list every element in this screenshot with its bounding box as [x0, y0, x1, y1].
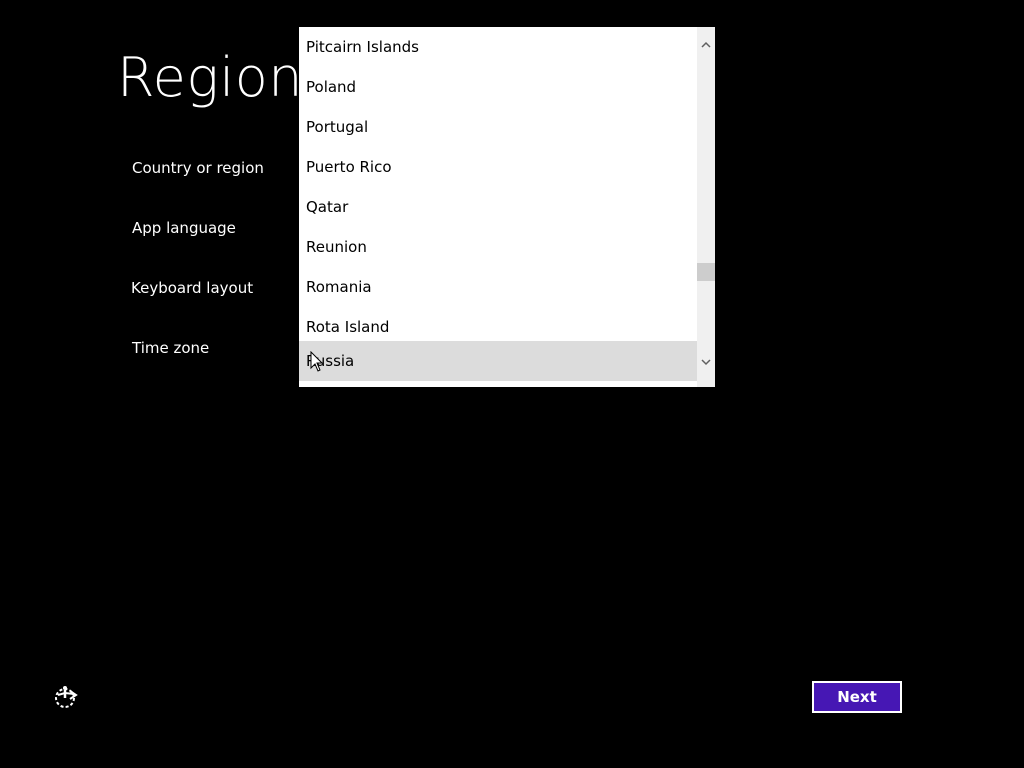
keyboard-layout-label: Keyboard layout [131, 279, 254, 297]
scroll-down-button[interactable] [697, 354, 715, 374]
scroll-thumb[interactable] [697, 263, 715, 281]
chevron-up-icon [701, 41, 711, 48]
page-title: Region [117, 46, 303, 109]
next-button[interactable]: Next [812, 681, 902, 713]
country-option-puerto-rico[interactable]: Puerto Rico [299, 147, 697, 187]
country-list: Pitcairn Islands Poland Portugal Puerto … [299, 27, 697, 387]
time-zone-label: Time zone [132, 339, 210, 357]
country-option-reunion[interactable]: Reunion [299, 227, 697, 267]
country-or-region-label: Country or region [132, 159, 264, 177]
ease-of-access-icon[interactable] [52, 683, 80, 711]
dropdown-scrollbar[interactable] [697, 27, 715, 387]
setup-screen: Region Country or region App language Ke… [0, 0, 1024, 768]
country-dropdown-list[interactable]: Pitcairn Islands Poland Portugal Puerto … [299, 27, 715, 387]
country-option-russia[interactable]: Russia [299, 341, 697, 381]
mouse-pointer-icon [310, 351, 324, 372]
country-option-qatar[interactable]: Qatar [299, 187, 697, 227]
country-option-poland[interactable]: Poland [299, 67, 697, 107]
app-language-label: App language [132, 219, 236, 237]
country-option-pitcairn-islands[interactable]: Pitcairn Islands [299, 27, 697, 67]
chevron-down-icon [701, 359, 711, 366]
country-option-romania[interactable]: Romania [299, 267, 697, 307]
scroll-up-button[interactable] [697, 37, 715, 57]
country-option-portugal[interactable]: Portugal [299, 107, 697, 147]
